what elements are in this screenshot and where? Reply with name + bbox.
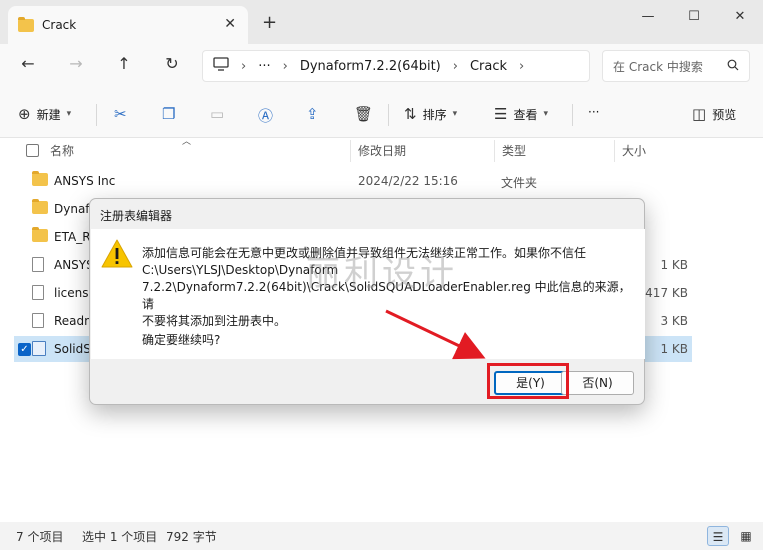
watermark: 丽利设计: [306, 254, 458, 294]
